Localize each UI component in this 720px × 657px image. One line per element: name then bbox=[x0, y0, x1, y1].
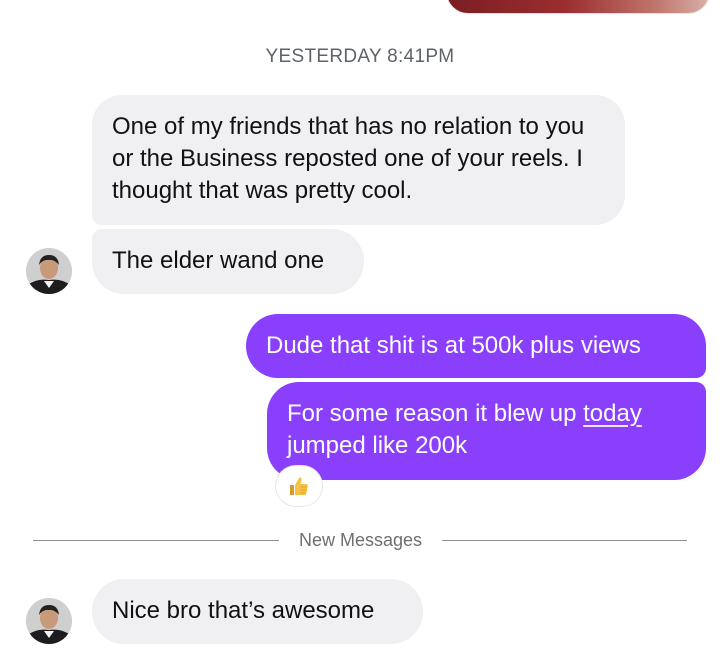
new-messages-divider-label: New Messages bbox=[298, 530, 423, 550]
incoming-message-bubble[interactable]: Nice bro that’s awesome bbox=[92, 579, 423, 644]
avatar[interactable] bbox=[26, 598, 72, 644]
shared-media-preview[interactable] bbox=[446, 0, 710, 14]
outgoing-message-bubble[interactable]: For some reason it blew up today jumped … bbox=[267, 382, 706, 480]
reaction-badge[interactable] bbox=[276, 466, 322, 506]
message-text-end: jumped like 200k bbox=[287, 432, 468, 459]
outgoing-message-bubble[interactable]: Dude that shit is at 500k plus views bbox=[246, 314, 706, 378]
incoming-message-bubble[interactable]: The elder wand one bbox=[92, 229, 364, 294]
avatar-photo-icon bbox=[26, 598, 72, 644]
message-text: One of my friends that has no relation t… bbox=[112, 113, 585, 204]
divider-line bbox=[442, 540, 687, 541]
thumbs-up-icon bbox=[290, 477, 308, 495]
message-text: Nice bro that’s awesome bbox=[112, 597, 375, 624]
avatar[interactable] bbox=[26, 248, 72, 294]
avatar-photo-icon bbox=[26, 248, 72, 294]
message-link-today[interactable]: today bbox=[583, 400, 642, 427]
message-text: The elder wand one bbox=[112, 247, 325, 274]
message-timestamp: YESTERDAY 8:41PM bbox=[265, 46, 455, 67]
message-text-start: For some reason it blew up bbox=[287, 400, 584, 427]
message-text: Dude that shit is at 500k plus views bbox=[266, 332, 641, 359]
incoming-message-bubble[interactable]: One of my friends that has no relation t… bbox=[92, 95, 625, 225]
divider-line bbox=[33, 540, 279, 541]
